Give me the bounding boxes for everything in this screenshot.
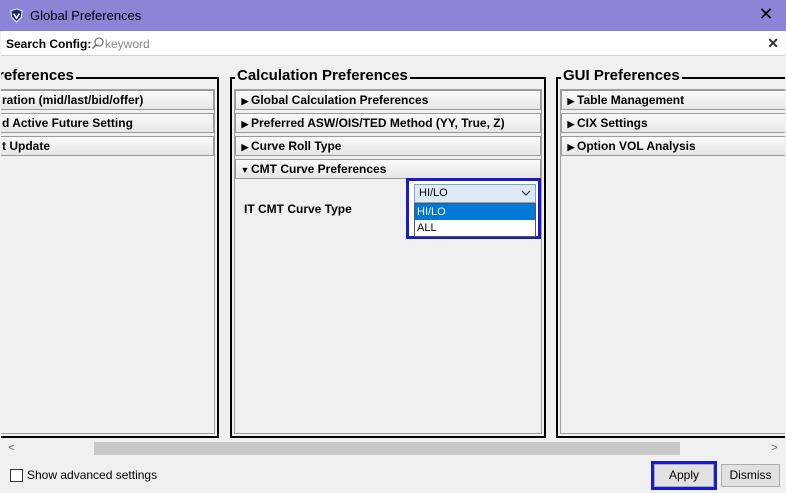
show-advanced-label: Show advanced settings — [27, 468, 158, 482]
collapse-arrow-icon: ▼ — [240, 165, 250, 175]
section-label: CMT Curve Preferences — [251, 162, 387, 176]
section-header-global-calculation[interactable]: ▶ Global Calculation Preferences — [235, 90, 541, 110]
section-header-asw-method[interactable]: ▶ Preferred ASW/OIS/TED Method (YY, True,… — [235, 113, 541, 133]
cmt-curve-type-select[interactable]: HI/LO — [414, 184, 536, 203]
section-header-option-vol[interactable]: ▶ Option VOL Analysis — [561, 136, 785, 156]
panel-body: ▶ration (mid/last/bid/offer) ▶d Active F… — [1, 89, 215, 434]
selected-value: HI/LO — [419, 187, 448, 199]
search-bar: Search Config: ✕ — [1, 31, 785, 56]
scroll-right-icon[interactable]: > — [766, 440, 783, 457]
window-title: Global Preferences — [30, 8, 142, 23]
preferences-content: Preferences ▶ration (mid/last/bid/offer)… — [1, 57, 785, 440]
expand-arrow-icon: ▶ — [567, 96, 575, 106]
cmt-curve-type-label: IT CMT Curve Type — [244, 202, 352, 216]
panel-gui-preferences: GUI Preferences ▶ Table Management ▶ CIX S… — [556, 67, 785, 438]
expand-arrow-icon: ▶ — [567, 119, 575, 129]
panel-title: GUI Preferences — [561, 67, 682, 84]
section-label: Table Management — [577, 93, 685, 107]
section-label: Curve Roll Type — [251, 139, 342, 153]
dismiss-button[interactable]: Dismiss — [721, 464, 780, 487]
show-advanced-checkbox[interactable] — [10, 469, 23, 482]
section-header-table-management[interactable]: ▶ Table Management — [561, 90, 785, 110]
section-header-update[interactable]: ▶t Update — [1, 136, 214, 156]
clear-search-icon[interactable]: ✕ — [767, 35, 779, 52]
search-icon — [91, 37, 104, 50]
expand-arrow-icon: ▶ — [567, 142, 575, 152]
expand-arrow-icon: ▶ — [241, 119, 249, 129]
section-label: CIX Settings — [577, 116, 648, 130]
section-header-cix-settings[interactable]: ▶ CIX Settings — [561, 113, 785, 133]
expand-arrow-icon: ▶ — [241, 96, 249, 106]
title-bar: Global Preferences ✕ — [0, 0, 786, 31]
chevron-down-icon[interactable] — [521, 188, 531, 198]
panel-title: Calculation Preferences — [235, 67, 410, 84]
apply-button[interactable]: Apply — [654, 464, 714, 487]
dropdown-option-all[interactable]: ALL — [415, 220, 535, 236]
section-label: Global Calculation Preferences — [251, 93, 429, 107]
panel-body: ▶ Global Calculation Preferences ▶ Preferr… — [234, 89, 542, 434]
panel-title: Preferences — [1, 67, 76, 84]
expand-arrow-icon: ▶ — [241, 142, 249, 152]
section-label: Option VOL Analysis — [577, 139, 696, 153]
close-icon[interactable]: ✕ — [746, 0, 786, 31]
section-header-curve-roll[interactable]: ▶ Curve Roll Type — [235, 136, 541, 156]
section-label: Preferred ASW/OIS/TED Method (YY, True, … — [251, 116, 505, 130]
search-label: Search Config: — [6, 37, 92, 51]
section-label: t Update — [2, 139, 50, 153]
dropdown-list: HI/LO ALL — [414, 203, 536, 237]
section-header-calculation-type[interactable]: ▶ration (mid/last/bid/offer) — [1, 90, 214, 110]
scrollbar-thumb[interactable] — [94, 442, 680, 455]
dropdown-option-hilo[interactable]: HI/LO — [415, 204, 535, 220]
section-header-cmt-curve[interactable]: ▼ CMT Curve Preferences — [235, 159, 541, 179]
cmt-curve-type-combo-highlight: HI/LO HI/LO ALL — [406, 178, 541, 239]
shield-icon — [10, 8, 23, 23]
section-label: ration (mid/last/bid/offer) — [2, 93, 144, 107]
section-header-active-future[interactable]: ▶d Active Future Setting — [1, 113, 214, 133]
search-input[interactable] — [105, 35, 745, 52]
horizontal-scrollbar[interactable]: < > — [1, 440, 785, 457]
panel-body: ▶ Table Management ▶ CIX Settings ▶ Option … — [560, 89, 785, 434]
panel-calculation-preferences: Calculation Preferences ▶ Global Calculat… — [230, 67, 546, 438]
panel-preferences: Preferences ▶ration (mid/last/bid/offer)… — [1, 67, 219, 438]
section-label: d Active Future Setting — [2, 116, 133, 130]
scroll-left-icon[interactable]: < — [3, 440, 20, 457]
apply-button-highlight: Apply — [651, 461, 717, 490]
footer: Show advanced settings Apply Dismiss — [0, 457, 786, 493]
